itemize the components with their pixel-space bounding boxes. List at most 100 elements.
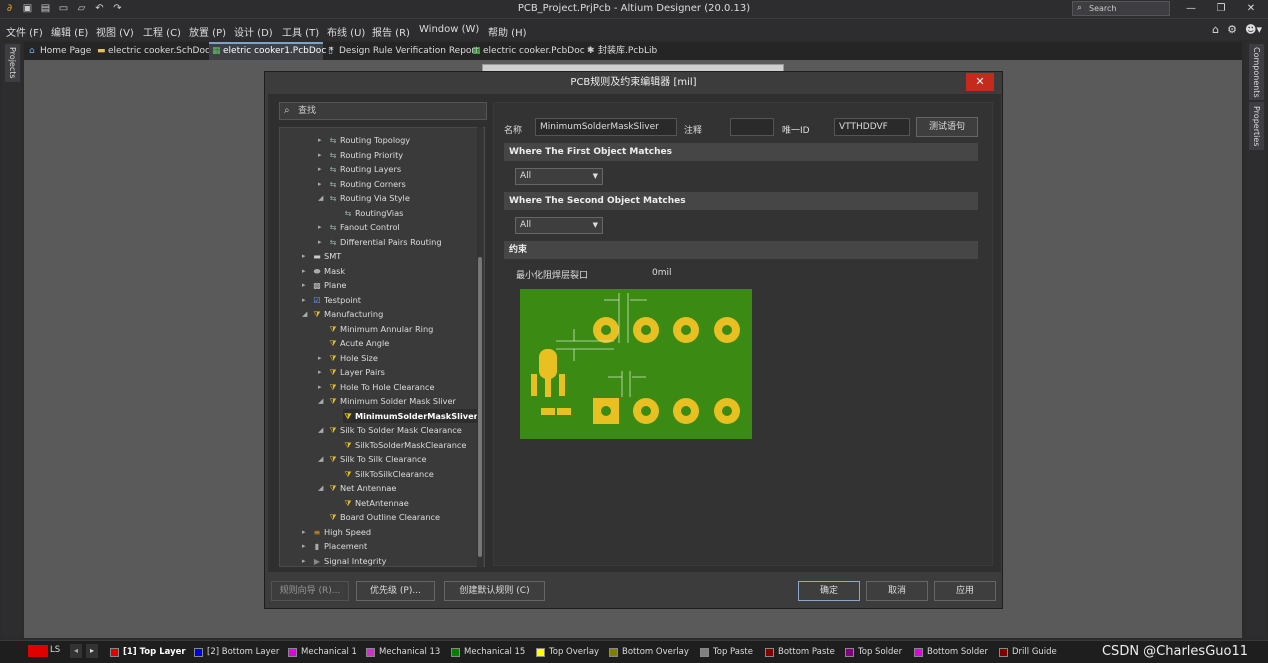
expander-icon[interactable]: ◢ [318, 394, 326, 408]
menu-tools[interactable]: 工具 (T) [282, 24, 319, 39]
tree-item[interactable]: ▸ ⇆ Routing Layers [318, 162, 401, 176]
restore-button[interactable]: ❐ [1214, 2, 1228, 16]
apply-button[interactable]: 应用 [934, 581, 996, 601]
menu-edit[interactable]: 编辑 (E) [51, 24, 88, 39]
layer-tab[interactable]: Bottom Solder [914, 645, 988, 659]
rule-name-field[interactable]: MinimumSolderMaskSliver [535, 118, 677, 136]
layer-tab[interactable]: [1] Top Layer [110, 645, 186, 659]
expander-icon[interactable]: ◢ [318, 423, 326, 437]
tree-item[interactable]: ◢ ⧩ Net Antennae [318, 481, 396, 495]
expander-icon[interactable]: ▸ [318, 220, 326, 234]
layer-scroll-left-icon[interactable]: ◂ [70, 644, 82, 658]
layer-tab[interactable]: Top Overlay [536, 645, 599, 659]
comment-field[interactable] [730, 118, 774, 136]
tree-item[interactable]: ▸ ▩ Plane [302, 278, 346, 292]
tree-item[interactable]: ⧩ Board Outline Clearance [328, 510, 440, 524]
expander-icon[interactable]: ▸ [318, 365, 326, 379]
second-object-scope-dropdown[interactable]: All ▼ [515, 217, 603, 234]
rule-search-input[interactable]: ⌕ 查找 [279, 102, 487, 120]
create-default-rules-button[interactable]: 创建默认规则 (C) [444, 581, 545, 601]
expander-icon[interactable]: ▸ [302, 525, 310, 539]
layer-tab[interactable]: Mechanical 13 [366, 645, 440, 659]
expander-icon[interactable]: ▸ [318, 133, 326, 147]
menu-design[interactable]: 设计 (D) [234, 24, 273, 39]
expander-icon[interactable]: ◢ [302, 307, 310, 321]
menu-project[interactable]: 工程 (C) [143, 24, 181, 39]
tree-item[interactable]: ◢ ⇆ Routing Via Style [318, 191, 410, 205]
tree-item[interactable]: ⧩ Acute Angle [328, 336, 389, 350]
expander-icon[interactable]: ▸ [318, 235, 326, 249]
tree-item[interactable]: ▸ ☑ Testpoint [302, 293, 361, 307]
gear-icon[interactable]: ⚙ [1227, 23, 1237, 36]
scrollbar-thumb[interactable] [478, 257, 482, 557]
expander-icon[interactable]: ▸ [302, 264, 310, 278]
menu-help[interactable]: 帮助 (H) [488, 24, 527, 39]
tree-item[interactable]: ▸ ⇆ Routing Priority [318, 148, 403, 162]
tree-item[interactable]: ▸ ≡ High Speed [302, 525, 371, 539]
cancel-button[interactable]: 取消 [866, 581, 928, 601]
tab-home-page[interactable]: ⌂ Home Page [26, 42, 92, 60]
expander-icon[interactable]: ▸ [318, 162, 326, 176]
tree-item[interactable]: ▸ ⇆ Routing Corners [318, 177, 406, 191]
tree-item[interactable]: ▸ ▬ SMT [302, 249, 341, 263]
tab-drc-report[interactable]: ▯ Design Rule Verification Report [325, 42, 479, 60]
unique-id-field[interactable]: VTTHDDVF [834, 118, 910, 136]
layer-tab[interactable]: Top Paste [700, 645, 753, 659]
properties-panel-tab[interactable]: Properties [1249, 102, 1264, 150]
expander-icon[interactable]: ▸ [302, 278, 310, 292]
layer-tab[interactable]: Bottom Paste [765, 645, 835, 659]
expander-icon[interactable]: ▸ [318, 177, 326, 191]
minimize-button[interactable]: — [1184, 2, 1198, 16]
expander-icon[interactable]: ◢ [318, 191, 326, 205]
tab-pcblib[interactable]: ✱ 封装库.PcbLib [584, 42, 657, 60]
layer-tab[interactable]: Drill Guide [999, 645, 1057, 659]
tree-item[interactable]: ⧩ Minimum Annular Ring [328, 322, 433, 336]
tree-item[interactable]: ▸ ⧩ Hole Size [318, 351, 378, 365]
test-query-button[interactable]: 测试语句 [916, 117, 978, 137]
tree-item[interactable]: ⇆ RoutingVias [343, 206, 404, 220]
expander-icon[interactable]: ▸ [302, 249, 310, 263]
layer-tab[interactable]: Mechanical 15 [451, 645, 525, 659]
home-icon[interactable]: ⌂ [1212, 23, 1219, 36]
current-layer-swatch[interactable] [28, 645, 48, 657]
layer-tab[interactable]: [2] Bottom Layer [194, 645, 279, 659]
constraint-value-field[interactable]: 0mil [652, 268, 672, 278]
expander-icon[interactable]: ▸ [302, 554, 310, 566]
tree-item[interactable]: ◢ ⧩ Silk To Silk Clearance [318, 452, 427, 466]
tree-item[interactable]: ▸ ⧩ Layer Pairs [318, 365, 385, 379]
layer-tab[interactable]: Bottom Overlay [609, 645, 689, 659]
menu-file[interactable]: 文件 (F) [6, 24, 43, 39]
tree-item[interactable]: ◢ ⧩ Manufacturing [302, 307, 383, 321]
tree-item[interactable]: ⧩ NetAntennae [343, 496, 408, 510]
user-icon[interactable]: ☻▾ [1245, 23, 1262, 36]
expander-icon[interactable]: ◢ [318, 481, 326, 495]
tree-item[interactable]: ▸ ⧩ Hole To Hole Clearance [318, 380, 435, 394]
tree-item[interactable]: ◢ ⧩ Minimum Solder Mask Sliver [318, 394, 456, 408]
expander-icon[interactable]: ▸ [318, 351, 326, 365]
menu-window[interactable]: Window (W) [419, 24, 479, 35]
tree-item[interactable]: ▸ ⇆ Fanout Control [318, 220, 400, 234]
close-window-button[interactable]: ✕ [1244, 2, 1258, 16]
tree-item[interactable]: ▸ ⬬ Mask [302, 264, 345, 278]
expander-icon[interactable]: ▸ [302, 293, 310, 307]
components-panel-tab[interactable]: Components [1249, 44, 1264, 100]
tab-pcbdoc-active[interactable]: ▦ eletric cooker1.PcbDoc * [209, 42, 334, 60]
expander-icon[interactable]: ▸ [302, 539, 310, 553]
rules-tree-scrollbar[interactable] [477, 127, 483, 567]
expander-icon[interactable]: ▸ [318, 148, 326, 162]
rule-wizard-button[interactable]: 规则向导 (R)... [271, 581, 349, 601]
layer-tab[interactable]: Mechanical 1 [288, 645, 357, 659]
tree-item-selected[interactable]: ⧩ MinimumSolderMaskSliver* [343, 409, 482, 423]
layer-tab[interactable]: Top Solder [845, 645, 902, 659]
tree-item[interactable]: ⧩ SilkToSilkClearance [343, 467, 433, 481]
tab-pcbdoc-2[interactable]: ▦ electric cooker.PcbDoc * [469, 42, 592, 60]
menu-reports[interactable]: 报告 (R) [372, 24, 410, 39]
tree-item[interactable]: ▸ ⇆ Routing Topology [318, 133, 410, 147]
layer-scroll-right-icon[interactable]: ▸ [86, 644, 98, 658]
dialog-close-button[interactable]: ✕ [966, 73, 994, 91]
projects-panel-tab[interactable]: Projects [5, 44, 20, 82]
first-object-scope-dropdown[interactable]: All ▼ [515, 168, 603, 185]
tree-item[interactable]: ⧩ SilkToSolderMaskClearance [343, 438, 466, 452]
tree-item[interactable]: ▸ ▶ Signal Integrity [302, 554, 387, 566]
tab-schdoc[interactable]: ▬ electric cooker.SchDoc * [94, 42, 217, 60]
